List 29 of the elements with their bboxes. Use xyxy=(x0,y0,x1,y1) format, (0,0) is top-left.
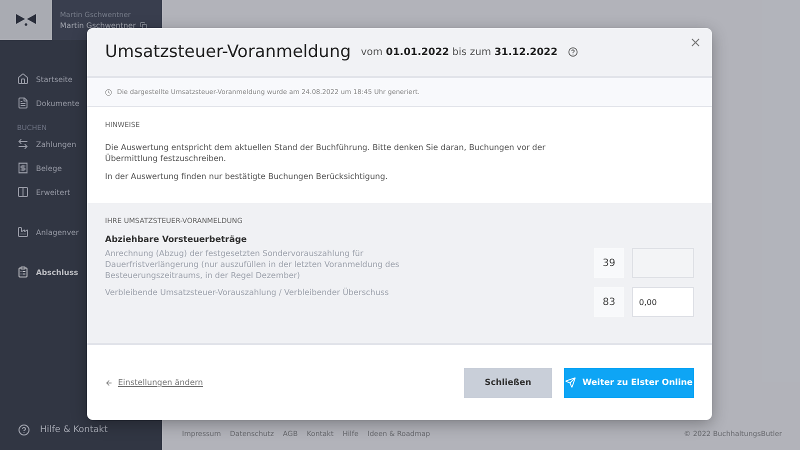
note-text: Die Auswertung entspricht dem aktuellen Stand der Buchführung. Bitte denken Sie daran, Buchungen vor der Übermittlung festzuschreiben. xyxy=(105,142,546,164)
document-icon xyxy=(17,97,29,109)
clock-icon xyxy=(105,88,112,96)
field-label: Verbleibende Umsatzsteuer-Vorauszahlung / Verbleibender Überschuss xyxy=(105,287,390,298)
help-icon[interactable] xyxy=(568,47,578,57)
receipt-icon xyxy=(17,162,29,174)
help-icon xyxy=(18,424,30,436)
send-icon xyxy=(565,377,576,388)
book-icon xyxy=(17,186,29,198)
close-button[interactable] xyxy=(689,36,702,49)
copy-icon[interactable] xyxy=(140,22,147,28)
close-button[interactable]: Schließen xyxy=(464,368,552,398)
note-text: In der Auswertung finden nur bestätigte Buchungen Berücksichtigung. xyxy=(105,171,389,182)
factory-icon xyxy=(17,226,29,238)
group-title: Abziehbare Vorsteuerbeträge xyxy=(105,235,248,245)
field-label: Anrechnung (Abzug) der festgesetzten Sondervorauszahlung für Dauerfristverlängerung (nur auszufüllen in der letzten Voranmeldung des Besteuerungszeitraums, in der Regel Dezember) xyxy=(105,248,400,281)
arrows-icon xyxy=(17,138,29,150)
field-code: 83 xyxy=(594,287,624,317)
submit-button[interactable]: Weiter zu Elster Online xyxy=(564,368,694,398)
help-link[interactable]: Hilfe & Kontakt xyxy=(0,424,162,450)
clipboard-icon xyxy=(17,266,29,278)
arrow-left-icon xyxy=(105,378,113,386)
home-icon xyxy=(17,73,29,85)
dialog-title: Umsatzsteuer-Voranmeldung xyxy=(105,42,351,62)
settings-link[interactable]: Einstellungen ändern xyxy=(105,378,203,387)
field-code: 39 xyxy=(594,248,624,278)
period-text: vom 01.01.2022 bis zum 31.12.2022 xyxy=(360,46,558,58)
amount-field[interactable]: 0,00 xyxy=(632,287,694,317)
bowtie-icon xyxy=(16,14,36,26)
